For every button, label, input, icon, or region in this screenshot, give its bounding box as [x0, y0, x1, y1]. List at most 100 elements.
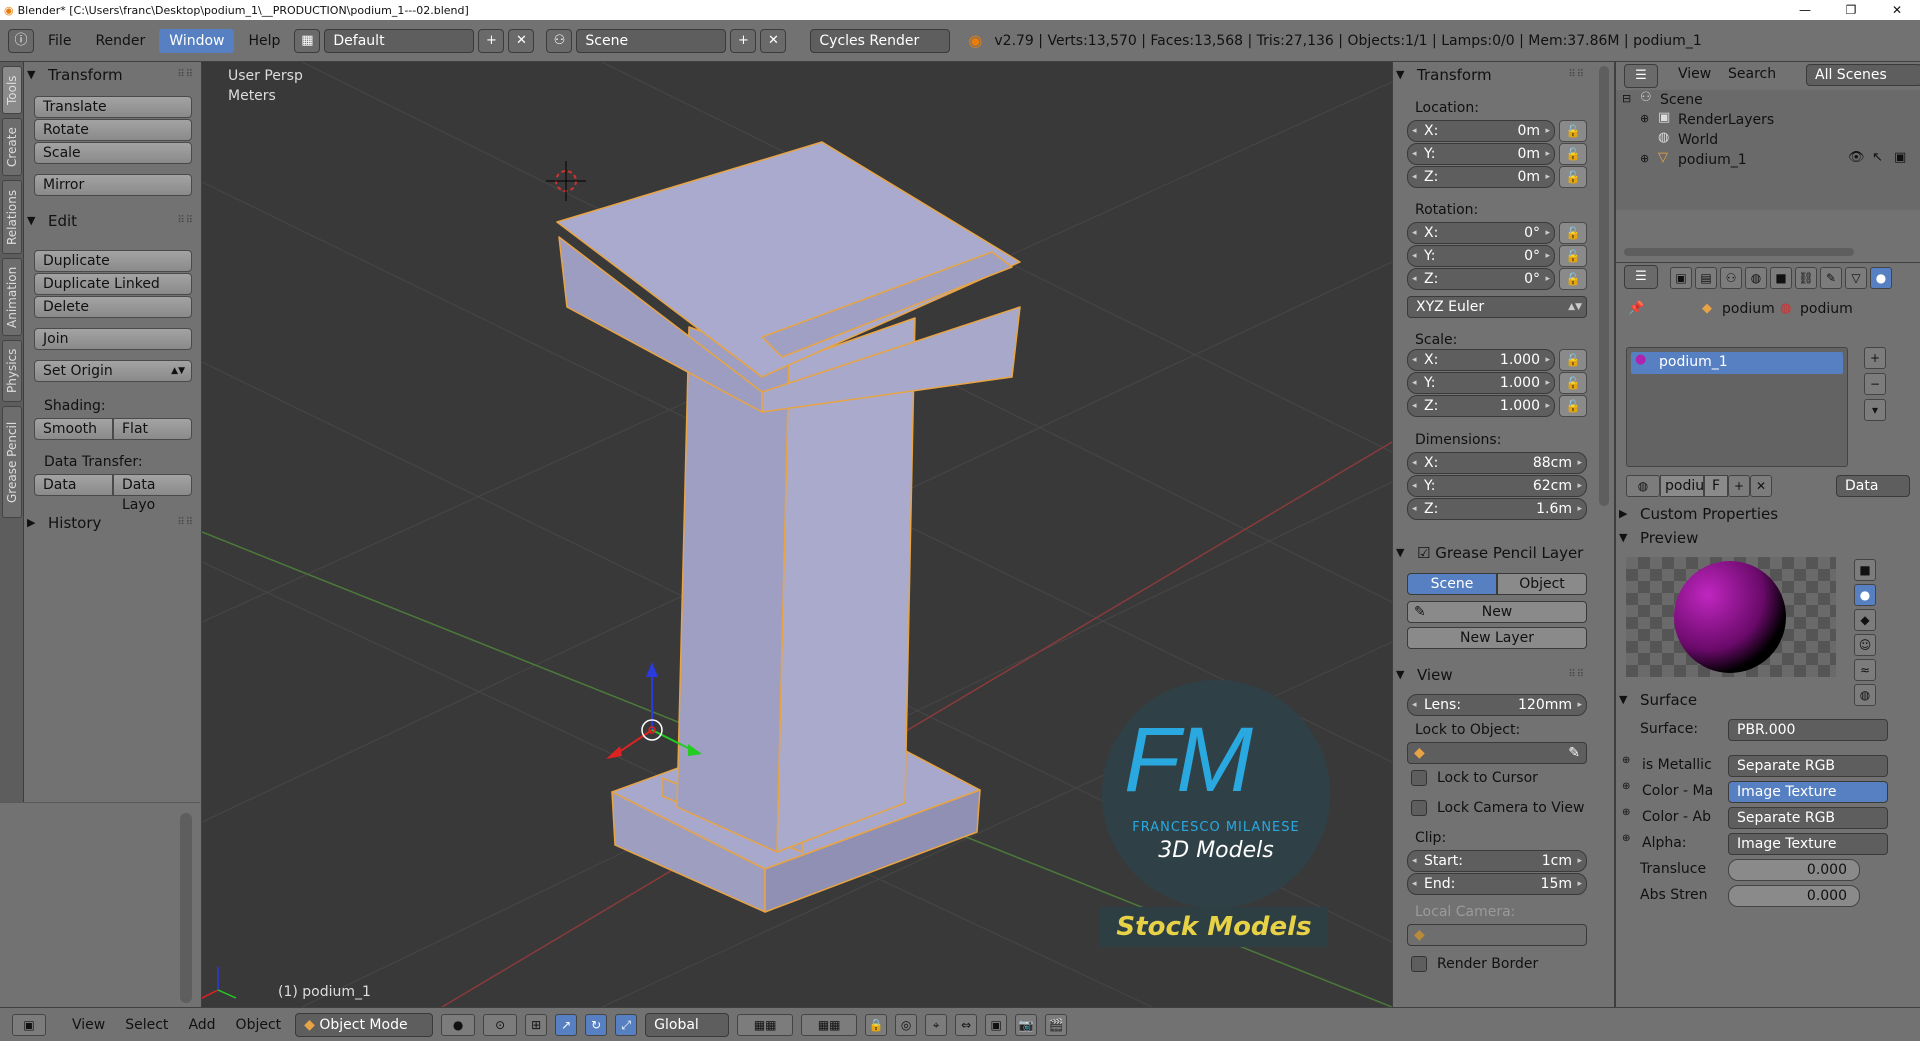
- lock-layers-icon[interactable]: 🔒: [865, 1013, 888, 1036]
- lock-icon[interactable]: 🔓: [1559, 166, 1587, 188]
- slot-specials-icon[interactable]: ▾: [1864, 399, 1886, 421]
- set-origin-select[interactable]: Set Origin ▲▼: [34, 360, 192, 382]
- fake-user-button[interactable]: F: [1704, 475, 1728, 497]
- translate-manipulator-icon[interactable]: ↗: [555, 1013, 578, 1036]
- visibility-eye-icon[interactable]: 👁: [1848, 150, 1865, 165]
- selectable-cursor-icon[interactable]: ↖: [1872, 150, 1883, 165]
- duplicate-button[interactable]: Duplicate: [34, 250, 192, 272]
- panel-grip-icon[interactable]: ⠿⠿: [177, 510, 194, 536]
- select-menu[interactable]: Select: [119, 1017, 174, 1033]
- lock-icon[interactable]: 🔓: [1559, 245, 1587, 267]
- view-menu[interactable]: View: [66, 1017, 111, 1033]
- abs-strength-slider[interactable]: 0.000: [1728, 885, 1860, 907]
- podium-mesh[interactable]: [556, 141, 1021, 913]
- preview-monkey-icon[interactable]: ☺: [1854, 634, 1876, 656]
- pivot-point-icon[interactable]: ⊙: [483, 1013, 518, 1036]
- opengl-render-icon[interactable]: 📷: [1015, 1013, 1038, 1036]
- pin-icon[interactable]: 📌: [1628, 301, 1644, 316]
- tab-grease-pencil[interactable]: Grease Pencil: [2, 406, 22, 518]
- surface-node-select[interactable]: PBR.000: [1728, 719, 1888, 741]
- input-node-select[interactable]: Image Texture: [1728, 833, 1888, 855]
- lens-field[interactable]: ◂ Lens: 120mm ▸: [1407, 694, 1587, 716]
- mode-select[interactable]: ◆ Object Mode: [295, 1012, 434, 1037]
- expand-input-icon[interactable]: ⊕: [1622, 755, 1630, 766]
- render-layers-tab-icon[interactable]: ▤: [1695, 267, 1717, 289]
- layers-grid-icon[interactable]: ▦▦: [737, 1013, 794, 1036]
- location-y-field[interactable]: ◂ Y: 0m ▸: [1407, 143, 1555, 165]
- panel-grip-icon[interactable]: ⠿⠿: [177, 208, 194, 234]
- panel-grip-icon[interactable]: ⠿⠿: [177, 62, 194, 88]
- grease-scene-tab[interactable]: Scene: [1407, 573, 1497, 595]
- link-mode-select[interactable]: Data: [1836, 475, 1910, 497]
- lock-icon[interactable]: 🔓: [1559, 372, 1587, 394]
- snap-toggle-icon[interactable]: ⌖: [925, 1013, 948, 1036]
- preview-sphere-icon[interactable]: ●: [1854, 584, 1876, 606]
- redo-panel-scrollbar[interactable]: [180, 813, 192, 1003]
- menu-window[interactable]: Window: [159, 28, 235, 53]
- tab-create[interactable]: Create: [2, 118, 22, 176]
- translucency-slider[interactable]: 0.000: [1728, 859, 1860, 881]
- custom-properties-header[interactable]: ▶ Custom Properties: [1616, 501, 1906, 527]
- n-panel-scrollbar[interactable]: [1599, 66, 1609, 506]
- scale-z-field[interactable]: ◂ Z: 1.000 ▸: [1407, 395, 1555, 417]
- expand-input-icon[interactable]: ⊕: [1622, 807, 1630, 818]
- eyedropper-icon[interactable]: ✎: [1568, 743, 1580, 763]
- preview-cube-icon[interactable]: ◆: [1854, 609, 1876, 631]
- location-x-field[interactable]: ◂ X: 0m ▸: [1407, 120, 1555, 142]
- transform-panel-header[interactable]: ▼ Transform ⠿⠿: [24, 62, 202, 88]
- constraints-tab-icon[interactable]: ⛓: [1795, 267, 1817, 289]
- tab-animation[interactable]: Animation: [2, 258, 22, 336]
- join-button[interactable]: Join: [34, 328, 192, 350]
- render-engine-select[interactable]: Cycles Render: [810, 28, 951, 53]
- close-window-button[interactable]: ✕: [1874, 0, 1920, 20]
- expand-icon[interactable]: ⊕: [1640, 152, 1649, 165]
- history-panel-header[interactable]: ▶ History ⠿⠿: [24, 510, 202, 536]
- remove-layout-icon[interactable]: ✕: [508, 28, 535, 53]
- collapse-icon[interactable]: ⊟: [1622, 92, 1631, 105]
- outliner-world[interactable]: World: [1678, 132, 1718, 148]
- scale-button[interactable]: Scale: [34, 142, 192, 164]
- duplicate-linked-button[interactable]: Duplicate Linked: [34, 273, 192, 295]
- scale-x-field[interactable]: ◂ X: 1.000 ▸: [1407, 349, 1555, 371]
- material-tab-icon[interactable]: ●: [1870, 267, 1892, 289]
- remove-scene-icon[interactable]: ✕: [760, 28, 787, 53]
- scene-icon[interactable]: ⚇: [546, 28, 573, 53]
- lock-icon[interactable]: 🔓: [1559, 143, 1587, 165]
- panel-grip-icon[interactable]: ⠿⠿: [1568, 62, 1585, 88]
- screen-layout-field[interactable]: Default: [324, 28, 475, 53]
- properties-editor-icon[interactable]: ☰: [1624, 265, 1658, 289]
- menu-file[interactable]: File: [38, 29, 81, 53]
- shading-mode-icon[interactable]: ●: [441, 1013, 476, 1036]
- preview-hair-icon[interactable]: ≈: [1854, 659, 1876, 681]
- object-menu[interactable]: Object: [230, 1017, 288, 1033]
- flat-button[interactable]: Flat: [113, 418, 192, 440]
- minimize-button[interactable]: —: [1782, 0, 1828, 20]
- surface-header[interactable]: ▼ Surface: [1616, 687, 1906, 713]
- lock-icon[interactable]: 🔓: [1559, 268, 1587, 290]
- clip-start-field[interactable]: ◂ Start: 1cm ▸: [1407, 850, 1587, 872]
- rotate-manipulator-icon[interactable]: ↻: [585, 1013, 608, 1036]
- outliner-renderlayers[interactable]: RenderLayers: [1678, 112, 1774, 128]
- remove-slot-icon[interactable]: −: [1864, 373, 1886, 395]
- delete-button[interactable]: Delete: [34, 296, 192, 318]
- manipulator-toggle-icon[interactable]: ⊞: [525, 1013, 548, 1036]
- dimensions-x-field[interactable]: ◂ X: 88cm ▸: [1407, 452, 1587, 474]
- render-tab-icon[interactable]: ▣: [1670, 267, 1692, 289]
- scene-field[interactable]: Scene: [576, 28, 727, 53]
- proportional-edit-icon[interactable]: ◎: [895, 1013, 918, 1036]
- outliner-view-menu[interactable]: View: [1678, 66, 1711, 82]
- smooth-button[interactable]: Smooth: [34, 418, 113, 440]
- editor-type-icon[interactable]: ▣: [12, 1013, 46, 1036]
- layers-grid-icon-2[interactable]: ▦▦: [801, 1013, 858, 1036]
- lock-icon[interactable]: 🔓: [1559, 349, 1587, 371]
- expand-icon[interactable]: ⊕: [1640, 112, 1649, 125]
- screen-layout-icon[interactable]: ▦: [294, 28, 321, 53]
- outliner-editor-icon[interactable]: ☰: [1624, 64, 1658, 88]
- snap-target-icon[interactable]: ▣: [985, 1013, 1008, 1036]
- rotation-y-field[interactable]: ◂ Y: 0° ▸: [1407, 245, 1555, 267]
- tab-physics[interactable]: Physics: [2, 340, 22, 402]
- add-menu[interactable]: Add: [182, 1017, 221, 1033]
- dimensions-y-field[interactable]: ◂ Y: 62cm ▸: [1407, 475, 1587, 497]
- outliner-search-menu[interactable]: Search: [1728, 66, 1776, 82]
- world-tab-icon[interactable]: ◍: [1745, 267, 1767, 289]
